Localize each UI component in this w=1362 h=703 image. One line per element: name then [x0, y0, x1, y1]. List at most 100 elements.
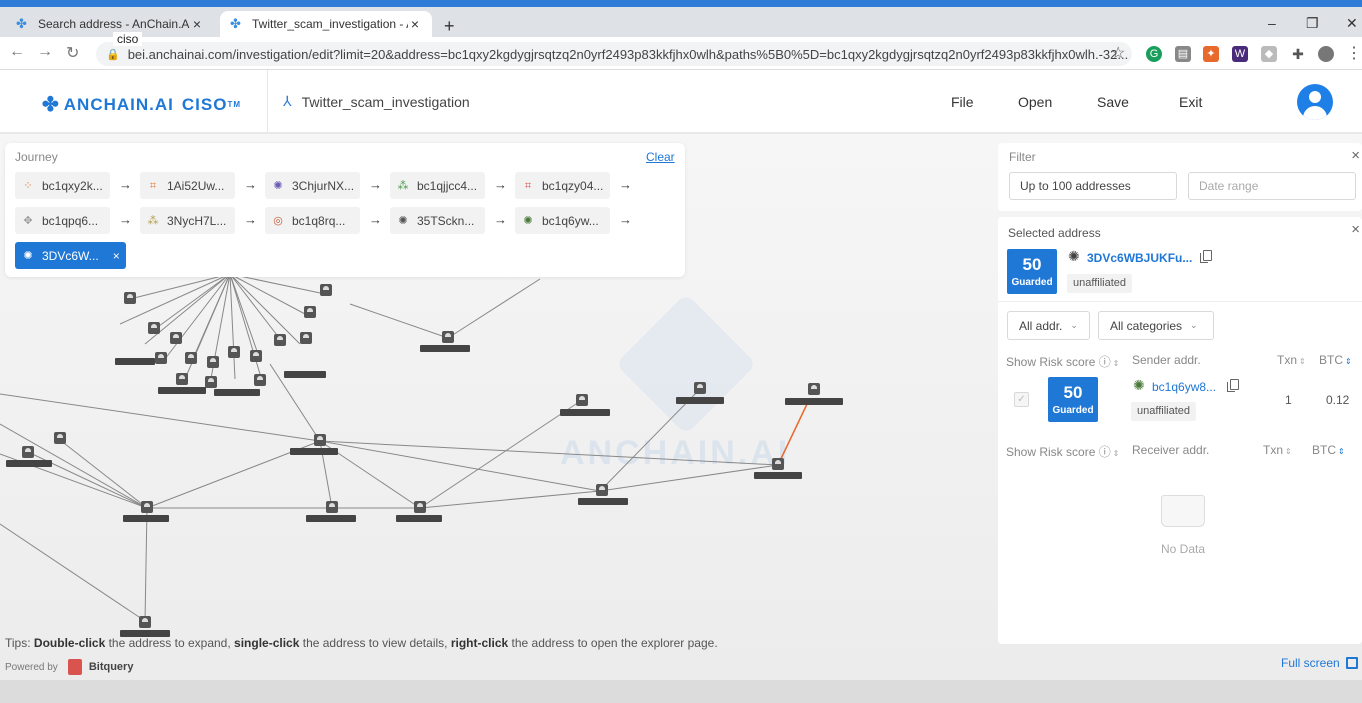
sender-address-link[interactable]: bc1q6yw8...: [1152, 380, 1216, 394]
date-range-input[interactable]: Date range: [1188, 172, 1356, 200]
graph-node[interactable]: [124, 292, 136, 304]
journey-chip[interactable]: ⁂ bc1qjjcc4...: [390, 172, 485, 199]
receiver-addr-header: Receiver addr.: [1132, 443, 1210, 457]
filter-title: Filter: [1009, 150, 1036, 164]
journey-chip[interactable]: ✺ 35TSckn...: [390, 207, 485, 234]
graph-node[interactable]: [442, 331, 454, 343]
sender-btc-header[interactable]: BTC ⇕: [1319, 353, 1352, 367]
selected-address-link[interactable]: 3DVc6WBJUKFu...: [1087, 251, 1192, 265]
graph-node[interactable]: [254, 374, 266, 386]
tab-close-icon[interactable]: ×: [190, 16, 204, 32]
menu-file[interactable]: File: [951, 94, 974, 110]
graph-node[interactable]: [207, 356, 219, 368]
graph-node[interactable]: [228, 346, 240, 358]
powered-by-label: Powered by: [5, 661, 58, 673]
graph-node[interactable]: [772, 458, 784, 470]
tab-tooltip: ciso: [113, 32, 143, 46]
browser-menu-icon[interactable]: ⋮: [1346, 43, 1362, 63]
graph-node[interactable]: [141, 501, 153, 513]
address-filter-dropdown[interactable]: All addr. ⌄: [1007, 311, 1090, 340]
tab-close-icon[interactable]: ×: [408, 16, 422, 32]
journey-chip[interactable]: ✥ bc1qpq6...: [15, 207, 110, 234]
grammarly-extension-icon[interactable]: G: [1146, 46, 1162, 62]
browser-tab-investigation[interactable]: ✤ Twitter_scam_investigation - AnC ×: [220, 11, 432, 37]
new-tab-button[interactable]: +: [444, 16, 455, 37]
graph-node[interactable]: [22, 446, 34, 458]
graph-node[interactable]: [155, 352, 167, 364]
journey-chip[interactable]: ✺ 3ChjurNX...: [265, 172, 360, 199]
anchain-logo[interactable]: ✤ ANCHAIN.AI CISO TM: [42, 92, 241, 117]
profile-avatar-icon[interactable]: [1318, 46, 1334, 62]
browser-tab-search[interactable]: ✤ Search address - AnChain.AI ×: [6, 11, 214, 37]
selected-close-icon[interactable]: ×: [1351, 221, 1360, 238]
chip-label: bc1qjjcc4...: [417, 178, 478, 193]
graph-node[interactable]: [205, 376, 217, 388]
receiver-txn-header[interactable]: Txn ⇕: [1263, 443, 1292, 457]
journey-chip[interactable]: ⁂ 3NycH7L...: [140, 207, 235, 234]
graph-node[interactable]: [576, 394, 588, 406]
graph-node[interactable]: [326, 501, 338, 513]
graph-node[interactable]: [304, 306, 316, 318]
graph-node[interactable]: [148, 322, 160, 334]
extension-icon[interactable]: ▤: [1175, 46, 1191, 62]
chip-remove-icon[interactable]: ×: [113, 249, 120, 263]
row-checkbox[interactable]: ✓: [1014, 392, 1029, 407]
user-avatar[interactable]: [1297, 84, 1333, 120]
receiver-btc-header[interactable]: BTC ⇕: [1312, 443, 1345, 457]
node-label: [115, 358, 155, 365]
graph-node[interactable]: [176, 373, 188, 385]
graph-node[interactable]: [694, 382, 706, 394]
sender-txn-header[interactable]: Txn ⇕: [1277, 353, 1306, 367]
graph-node[interactable]: [170, 332, 182, 344]
sender-risk-header[interactable]: Show Risk score ⓘ ⇕: [1006, 353, 1119, 370]
journey-chip[interactable]: ⌗ 1Ai52Uw...: [140, 172, 235, 199]
menu-open[interactable]: Open: [1018, 94, 1052, 110]
extension-icon[interactable]: ✦: [1203, 46, 1219, 62]
app-header: ✤ ANCHAIN.AI CISO TM ⅄ Twitter_scam_inve…: [0, 70, 1362, 133]
graph-node[interactable]: [300, 332, 312, 344]
address-identicon-icon: ⌗: [149, 179, 157, 192]
journey-chip[interactable]: ⌗ bc1qzy04...: [515, 172, 610, 199]
reload-icon[interactable]: ↻: [66, 43, 79, 63]
copy-icon[interactable]: [1200, 250, 1212, 263]
filter-close-icon[interactable]: ×: [1351, 147, 1360, 164]
url-field[interactable]: 🔒 bei.anchainai.com/investigation/edit?l…: [96, 42, 1132, 66]
chip-label: bc1q8rq...: [292, 213, 346, 228]
back-icon[interactable]: ←: [9, 43, 25, 61]
graph-node[interactable]: [596, 484, 608, 496]
graph-node[interactable]: [250, 350, 262, 362]
chip-label: 3DVc6W...: [42, 248, 99, 263]
menu-save[interactable]: Save: [1097, 94, 1129, 110]
graph-node[interactable]: [274, 334, 286, 346]
sender-btc-value: 0.12: [1326, 393, 1350, 407]
copy-icon[interactable]: [1227, 379, 1239, 392]
address-limit-select[interactable]: Up to 100 addresses: [1009, 172, 1177, 200]
address-identicon-icon: ✺: [523, 214, 533, 227]
provider-name[interactable]: Bitquery: [89, 661, 134, 673]
graph-node[interactable]: [54, 432, 66, 444]
graph-node[interactable]: [414, 501, 426, 513]
journey-chip-selected[interactable]: ✺ 3DVc6W... ×: [15, 242, 126, 269]
menu-exit[interactable]: Exit: [1179, 94, 1202, 110]
extensions-puzzle-icon[interactable]: ✚: [1290, 46, 1306, 62]
graph-node[interactable]: [314, 434, 326, 446]
maximize-icon[interactable]: ❐: [1306, 15, 1319, 32]
extension-icon[interactable]: W: [1232, 46, 1248, 62]
window-close-icon[interactable]: ✕: [1346, 15, 1358, 32]
graph-node[interactable]: [808, 383, 820, 395]
graph-node[interactable]: [185, 352, 197, 364]
journey-chip[interactable]: ◎ bc1q8rq...: [265, 207, 360, 234]
tip-text: the address to open the explorer page.: [508, 636, 718, 650]
receiver-risk-header[interactable]: Show Risk score ⓘ ⇕: [1006, 443, 1119, 460]
journey-clear-link[interactable]: Clear: [646, 150, 675, 164]
category-filter-dropdown[interactable]: All categories ⌄: [1098, 311, 1214, 340]
full-screen-button[interactable]: Full screen: [1281, 656, 1358, 670]
shield-extension-icon[interactable]: ◆: [1261, 46, 1277, 62]
graph-node[interactable]: [139, 616, 151, 628]
graph-node[interactable]: [320, 284, 332, 296]
bookmark-star-icon[interactable]: ☆: [1111, 43, 1125, 63]
forward-icon[interactable]: →: [37, 43, 53, 61]
minimize-icon[interactable]: –: [1268, 15, 1276, 31]
journey-chip[interactable]: ✺ bc1q6yw...: [515, 207, 610, 234]
journey-chip[interactable]: ⁘ bc1qxy2k...: [15, 172, 110, 199]
